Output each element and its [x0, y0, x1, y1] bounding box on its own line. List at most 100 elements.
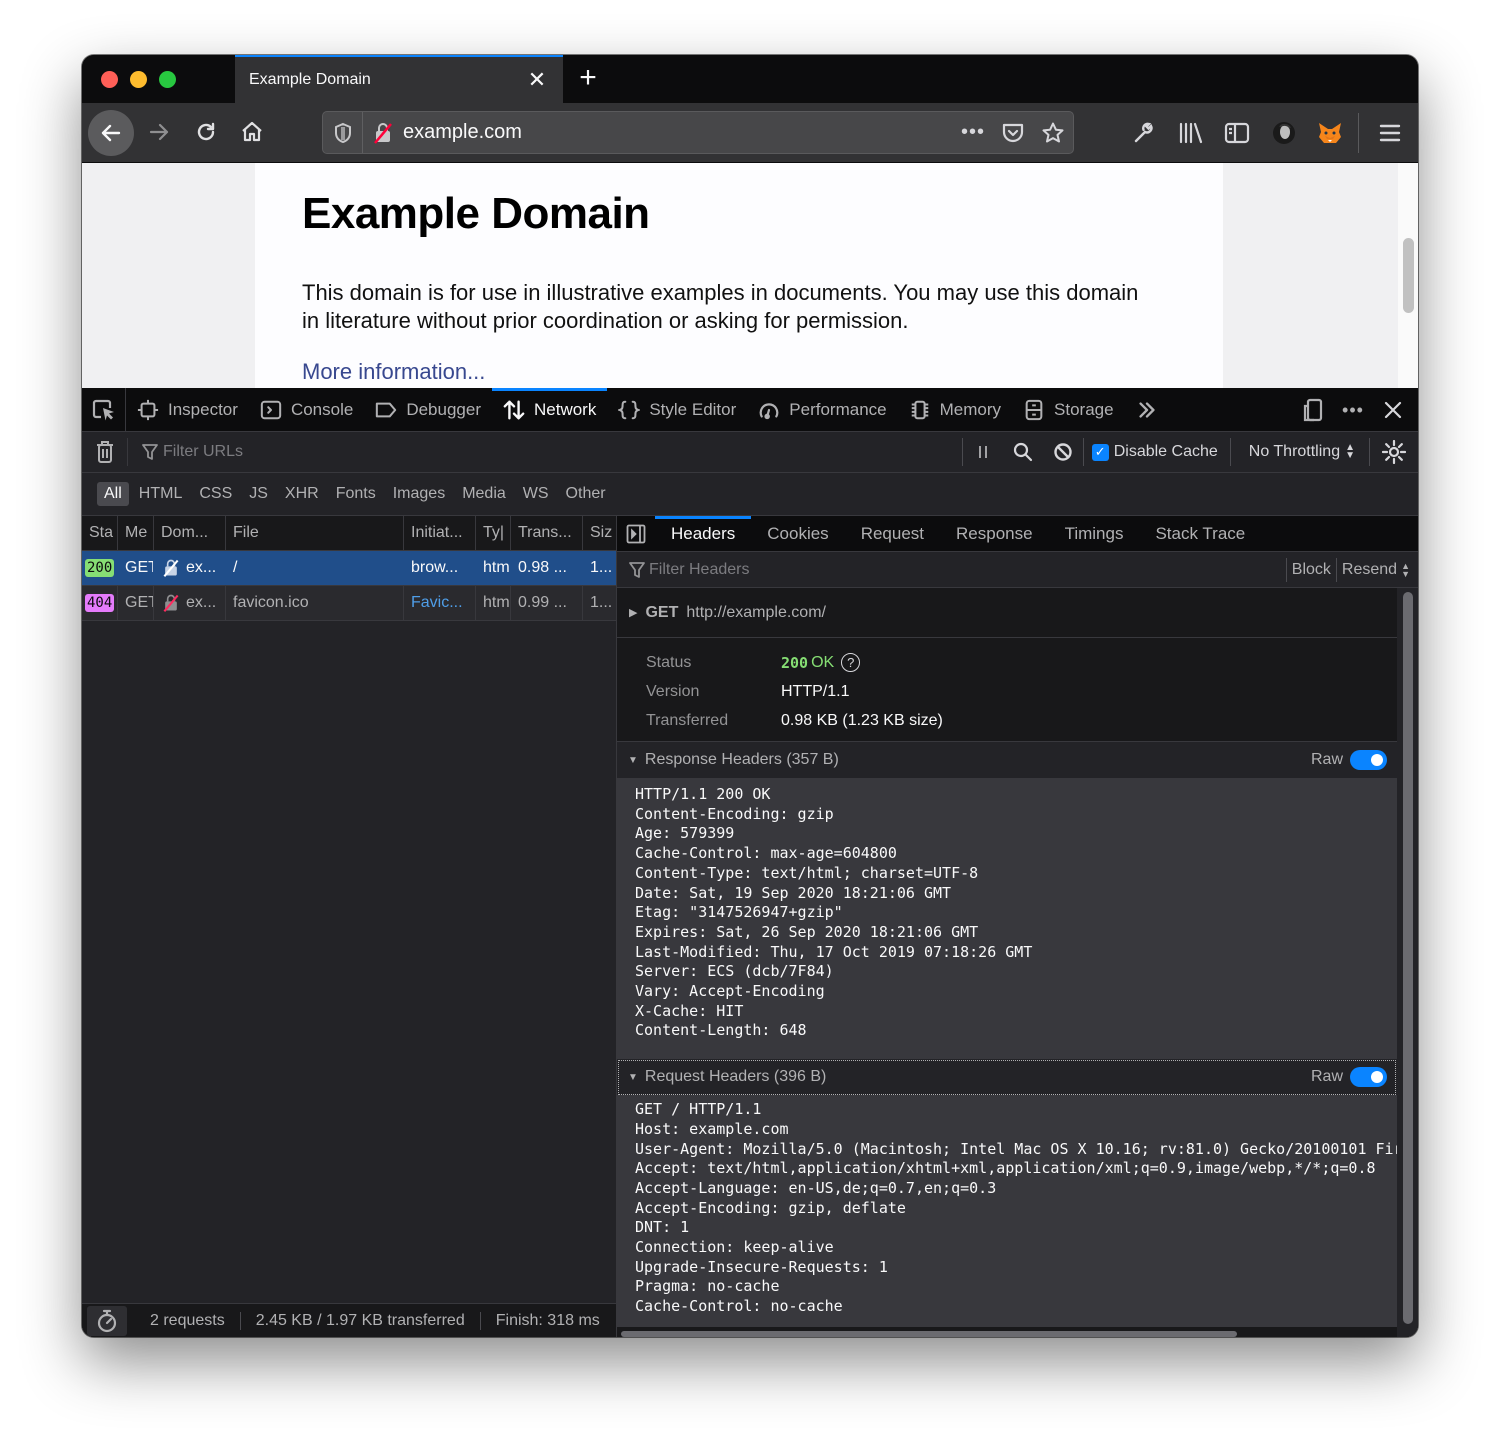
pause-recording-button[interactable]: [963, 432, 1003, 472]
devtools-tab-memory[interactable]: Memory: [898, 388, 1012, 432]
page-scrollbar-thumb[interactable]: [1403, 238, 1414, 313]
filter-headers-input[interactable]: [649, 560, 1286, 579]
column-header-method[interactable]: Me: [118, 516, 154, 550]
tracking-protection-shield-icon[interactable]: [323, 112, 363, 153]
header-line: Host: example.com: [635, 1119, 789, 1138]
request-url-summary[interactable]: ▶ GET http://example.com/: [617, 588, 1397, 638]
column-header-size[interactable]: Siz: [583, 516, 616, 550]
devtools-tab-performance[interactable]: Performance: [747, 388, 897, 432]
page-actions-more-icon[interactable]: •••: [953, 112, 993, 153]
clear-requests-button[interactable]: [82, 438, 128, 466]
details-scrollbar-thumb[interactable]: [1403, 592, 1413, 1324]
checkbox-checked-icon[interactable]: ✓: [1091, 443, 1109, 461]
close-tab-icon[interactable]: ✕: [525, 67, 549, 93]
type-filter-media[interactable]: Media: [455, 482, 513, 506]
details-horizontal-scrollbar[interactable]: [621, 1331, 1237, 1337]
devtools-tab-network[interactable]: Network: [491, 387, 608, 432]
type-filter-all[interactable]: All: [97, 482, 129, 506]
type-filter-other[interactable]: Other: [559, 482, 613, 506]
details-tab-request[interactable]: Request: [845, 516, 940, 552]
request-initiator-link[interactable]: Favic...: [404, 586, 476, 620]
sidebar-button[interactable]: [1217, 113, 1257, 153]
app-menu-button[interactable]: [1370, 113, 1410, 153]
response-headers-section-header[interactable]: ▼ Response Headers (357 B) Raw: [617, 742, 1397, 779]
details-tab-headers[interactable]: Headers: [655, 516, 752, 552]
column-header-initiator[interactable]: Initiat...: [404, 516, 476, 550]
account-avatar[interactable]: [1264, 113, 1304, 153]
more-tools-chevron[interactable]: [1125, 388, 1178, 432]
request-row[interactable]: 404 GET ex... favicon.ico Favic... htm 0…: [82, 586, 616, 621]
block-button[interactable]: Block: [1285, 557, 1336, 582]
element-picker-button[interactable]: [82, 387, 126, 432]
expand-triangle-icon: ▶: [629, 607, 638, 619]
filter-headers-field[interactable]: Block Resend ▲▼: [617, 552, 1418, 588]
request-headers-section-header[interactable]: ▼ Request Headers (396 B) Raw: [617, 1059, 1397, 1097]
devtools-tab-debugger[interactable]: Debugger: [364, 388, 492, 432]
details-tab-response[interactable]: Response: [940, 516, 1049, 552]
devtools-tab-inspector[interactable]: Inspector: [126, 388, 249, 432]
header-line: Connection: keep-alive: [635, 1238, 834, 1257]
request-blocking-button[interactable]: [1043, 432, 1083, 472]
column-header-status[interactable]: Sta: [82, 516, 118, 550]
responsive-design-mode-button[interactable]: [1296, 393, 1330, 427]
library-button[interactable]: [1171, 113, 1211, 153]
details-tab-timings[interactable]: Timings: [1049, 516, 1140, 552]
pocket-icon[interactable]: [993, 112, 1033, 153]
network-icon: [503, 400, 525, 419]
status-label: Status: [646, 653, 692, 671]
disable-cache-checkbox[interactable]: ✓ Disable Cache: [1084, 443, 1230, 461]
browser-tab[interactable]: Example Domain ✕: [235, 55, 563, 103]
response-raw-toggle[interactable]: [1350, 750, 1387, 770]
new-tab-button[interactable]: +: [572, 61, 604, 97]
toggle-sidebar-button[interactable]: [617, 516, 655, 552]
forward-button[interactable]: [138, 111, 180, 153]
details-tab-cookies[interactable]: Cookies: [751, 516, 844, 552]
more-information-link[interactable]: More information...: [302, 359, 485, 384]
type-filter-html[interactable]: HTML: [132, 482, 190, 506]
column-header-transferred[interactable]: Trans...: [511, 516, 583, 550]
maximize-window-button[interactable]: [159, 71, 176, 88]
minimize-window-button[interactable]: [130, 71, 147, 88]
column-header-file[interactable]: File: [226, 516, 404, 550]
memory-icon: [911, 400, 928, 419]
back-button[interactable]: [88, 110, 134, 156]
request-raw-toggle[interactable]: [1350, 1067, 1387, 1088]
reload-button[interactable]: [185, 111, 227, 153]
type-filter-fonts[interactable]: Fonts: [329, 482, 383, 506]
type-filter-images[interactable]: Images: [386, 482, 452, 506]
search-button[interactable]: [1003, 432, 1043, 472]
filter-urls-field[interactable]: [128, 432, 962, 472]
type-filter-js[interactable]: JS: [242, 482, 275, 506]
request-row[interactable]: 200 GET ex... / brow... htm 0.98 ... 1..…: [82, 551, 616, 586]
devtools-tab-storage[interactable]: Storage: [1012, 388, 1125, 432]
home-button[interactable]: [231, 111, 273, 153]
header-line: Server: ECS (dcb/7F84): [635, 962, 834, 981]
insecure-lock-icon[interactable]: [363, 121, 403, 145]
metamask-extension-button[interactable]: [1310, 113, 1350, 153]
resend-button[interactable]: Resend ▲ ▼: [1335, 557, 1418, 582]
collapse-panel-icon: [626, 524, 646, 543]
developer-tools-button[interactable]: [1124, 113, 1164, 153]
bookmark-star-icon[interactable]: [1033, 112, 1073, 153]
performance-analysis-button[interactable]: [87, 1305, 127, 1336]
devtools-tab-console[interactable]: Console: [249, 388, 364, 432]
type-filter-ws[interactable]: WS: [516, 482, 556, 506]
close-window-button[interactable]: [101, 71, 118, 88]
devtools-tab-label: Performance: [789, 399, 887, 419]
type-filter-css[interactable]: CSS: [192, 482, 239, 506]
column-header-domain[interactable]: Dom...: [154, 516, 226, 550]
type-filter-xhr[interactable]: XHR: [278, 482, 326, 506]
network-settings-button[interactable]: [1370, 432, 1418, 472]
column-header-type[interactable]: Ty|: [476, 516, 511, 550]
url-text[interactable]: example.com: [403, 121, 953, 144]
url-bar[interactable]: example.com •••: [322, 111, 1074, 154]
library-icon: [1179, 122, 1203, 144]
devtools-options-more-icon[interactable]: •••: [1336, 393, 1370, 427]
help-icon[interactable]: ?: [841, 653, 861, 672]
filter-urls-input[interactable]: [163, 443, 763, 461]
details-tab-stack-trace[interactable]: Stack Trace: [1139, 516, 1261, 552]
page-scrollbar[interactable]: [1398, 163, 1418, 388]
throttling-select[interactable]: No Throttling ▲ ▼: [1231, 443, 1369, 461]
close-devtools-icon[interactable]: [1376, 393, 1410, 427]
devtools-tab-style-editor[interactable]: Style Editor: [607, 388, 747, 432]
